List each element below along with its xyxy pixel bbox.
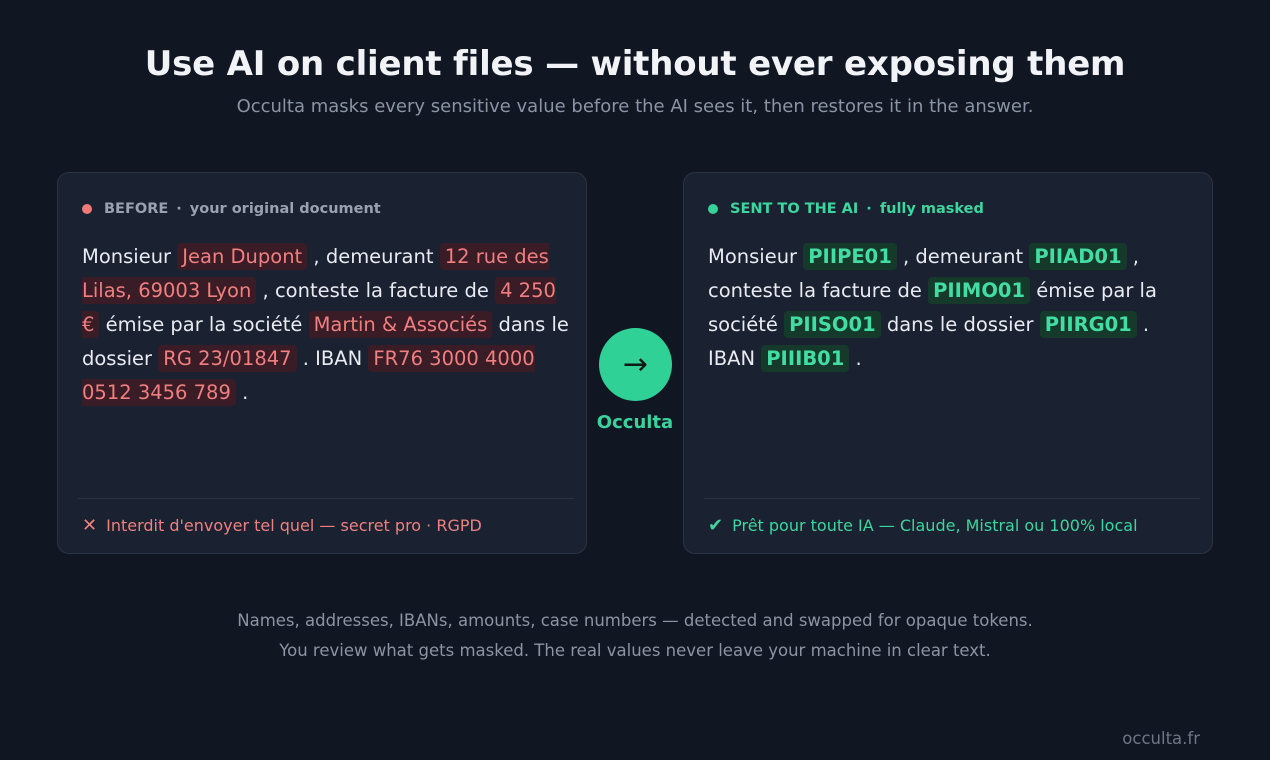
divider <box>704 498 1200 499</box>
sensitive-case-number: RG 23/01847 <box>158 345 297 372</box>
before-card-header: BEFORE · your original document <box>82 201 381 217</box>
sensitive-company: Martin & Associés <box>308 311 493 338</box>
separator: · <box>176 201 182 217</box>
footer-line-2: You review what gets masked. The real va… <box>279 641 991 660</box>
text-segment: . <box>235 381 249 404</box>
sensitive-name: Jean Dupont <box>177 243 308 270</box>
text-segment: dans le dossier <box>880 313 1040 336</box>
occulta-label: Occulta <box>596 412 674 433</box>
red-dot-icon <box>82 204 92 214</box>
token-address: PIIAD01 <box>1029 243 1127 270</box>
masked-document-text: Monsieur PIIPE01 , demeurant PIIAD01 , c… <box>708 240 1198 376</box>
page-subtitle: Occulta masks every sensitive value befo… <box>236 96 1034 117</box>
text-segment: Monsieur <box>708 245 804 268</box>
after-card-footer: ✔ Prêt pour toute IA — Claude, Mistral o… <box>708 515 1138 536</box>
divider <box>78 498 574 499</box>
after-footer-text: Prêt pour toute IA — Claude, Mistral ou … <box>732 516 1138 535</box>
original-document-text: Monsieur Jean Dupont , demeurant 12 rue … <box>82 240 572 410</box>
separator: · <box>866 201 872 217</box>
green-dot-icon <box>708 204 718 214</box>
token-amount: PIIMO01 <box>928 277 1031 304</box>
after-card-header: SENT TO THE AI · fully masked <box>708 201 984 217</box>
text-segment: Monsieur <box>82 245 178 268</box>
arrow-right-icon: → <box>599 328 672 401</box>
token-company: PIISO01 <box>784 311 881 338</box>
before-card-footer: ✕ Interdit d'envoyer tel quel — secret p… <box>82 515 482 536</box>
before-tag: your original document <box>189 201 381 217</box>
before-label: BEFORE <box>104 201 169 217</box>
token-name: PIIPE01 <box>803 243 897 270</box>
text-segment: , demeurant <box>896 245 1030 268</box>
cross-icon: ✕ <box>82 515 98 536</box>
token-iban: PIIIB01 <box>761 345 850 372</box>
checkmark-icon: ✔ <box>708 515 724 536</box>
text-segment: . IBAN <box>296 347 369 370</box>
text-segment: , demeurant <box>307 245 440 268</box>
before-footer-text: Interdit d'envoyer tel quel — secret pro… <box>106 516 482 535</box>
brand-link[interactable]: occulta.fr <box>1122 729 1200 748</box>
text-segment: émise par la société <box>99 313 309 336</box>
page-title: Use AI on client files — without ever ex… <box>144 44 1126 84</box>
token-case-number: PIIRG01 <box>1039 311 1137 338</box>
text-segment: . <box>849 347 862 370</box>
after-tag: fully masked <box>879 201 984 217</box>
before-card: BEFORE · your original document Monsieur… <box>57 172 587 554</box>
after-card: SENT TO THE AI · fully masked Monsieur P… <box>683 172 1213 554</box>
footer-line-1: Names, addresses, IBANs, amounts, case n… <box>237 611 1033 630</box>
text-segment: , conteste la facture de <box>256 279 496 302</box>
after-label: SENT TO THE AI <box>730 201 859 217</box>
